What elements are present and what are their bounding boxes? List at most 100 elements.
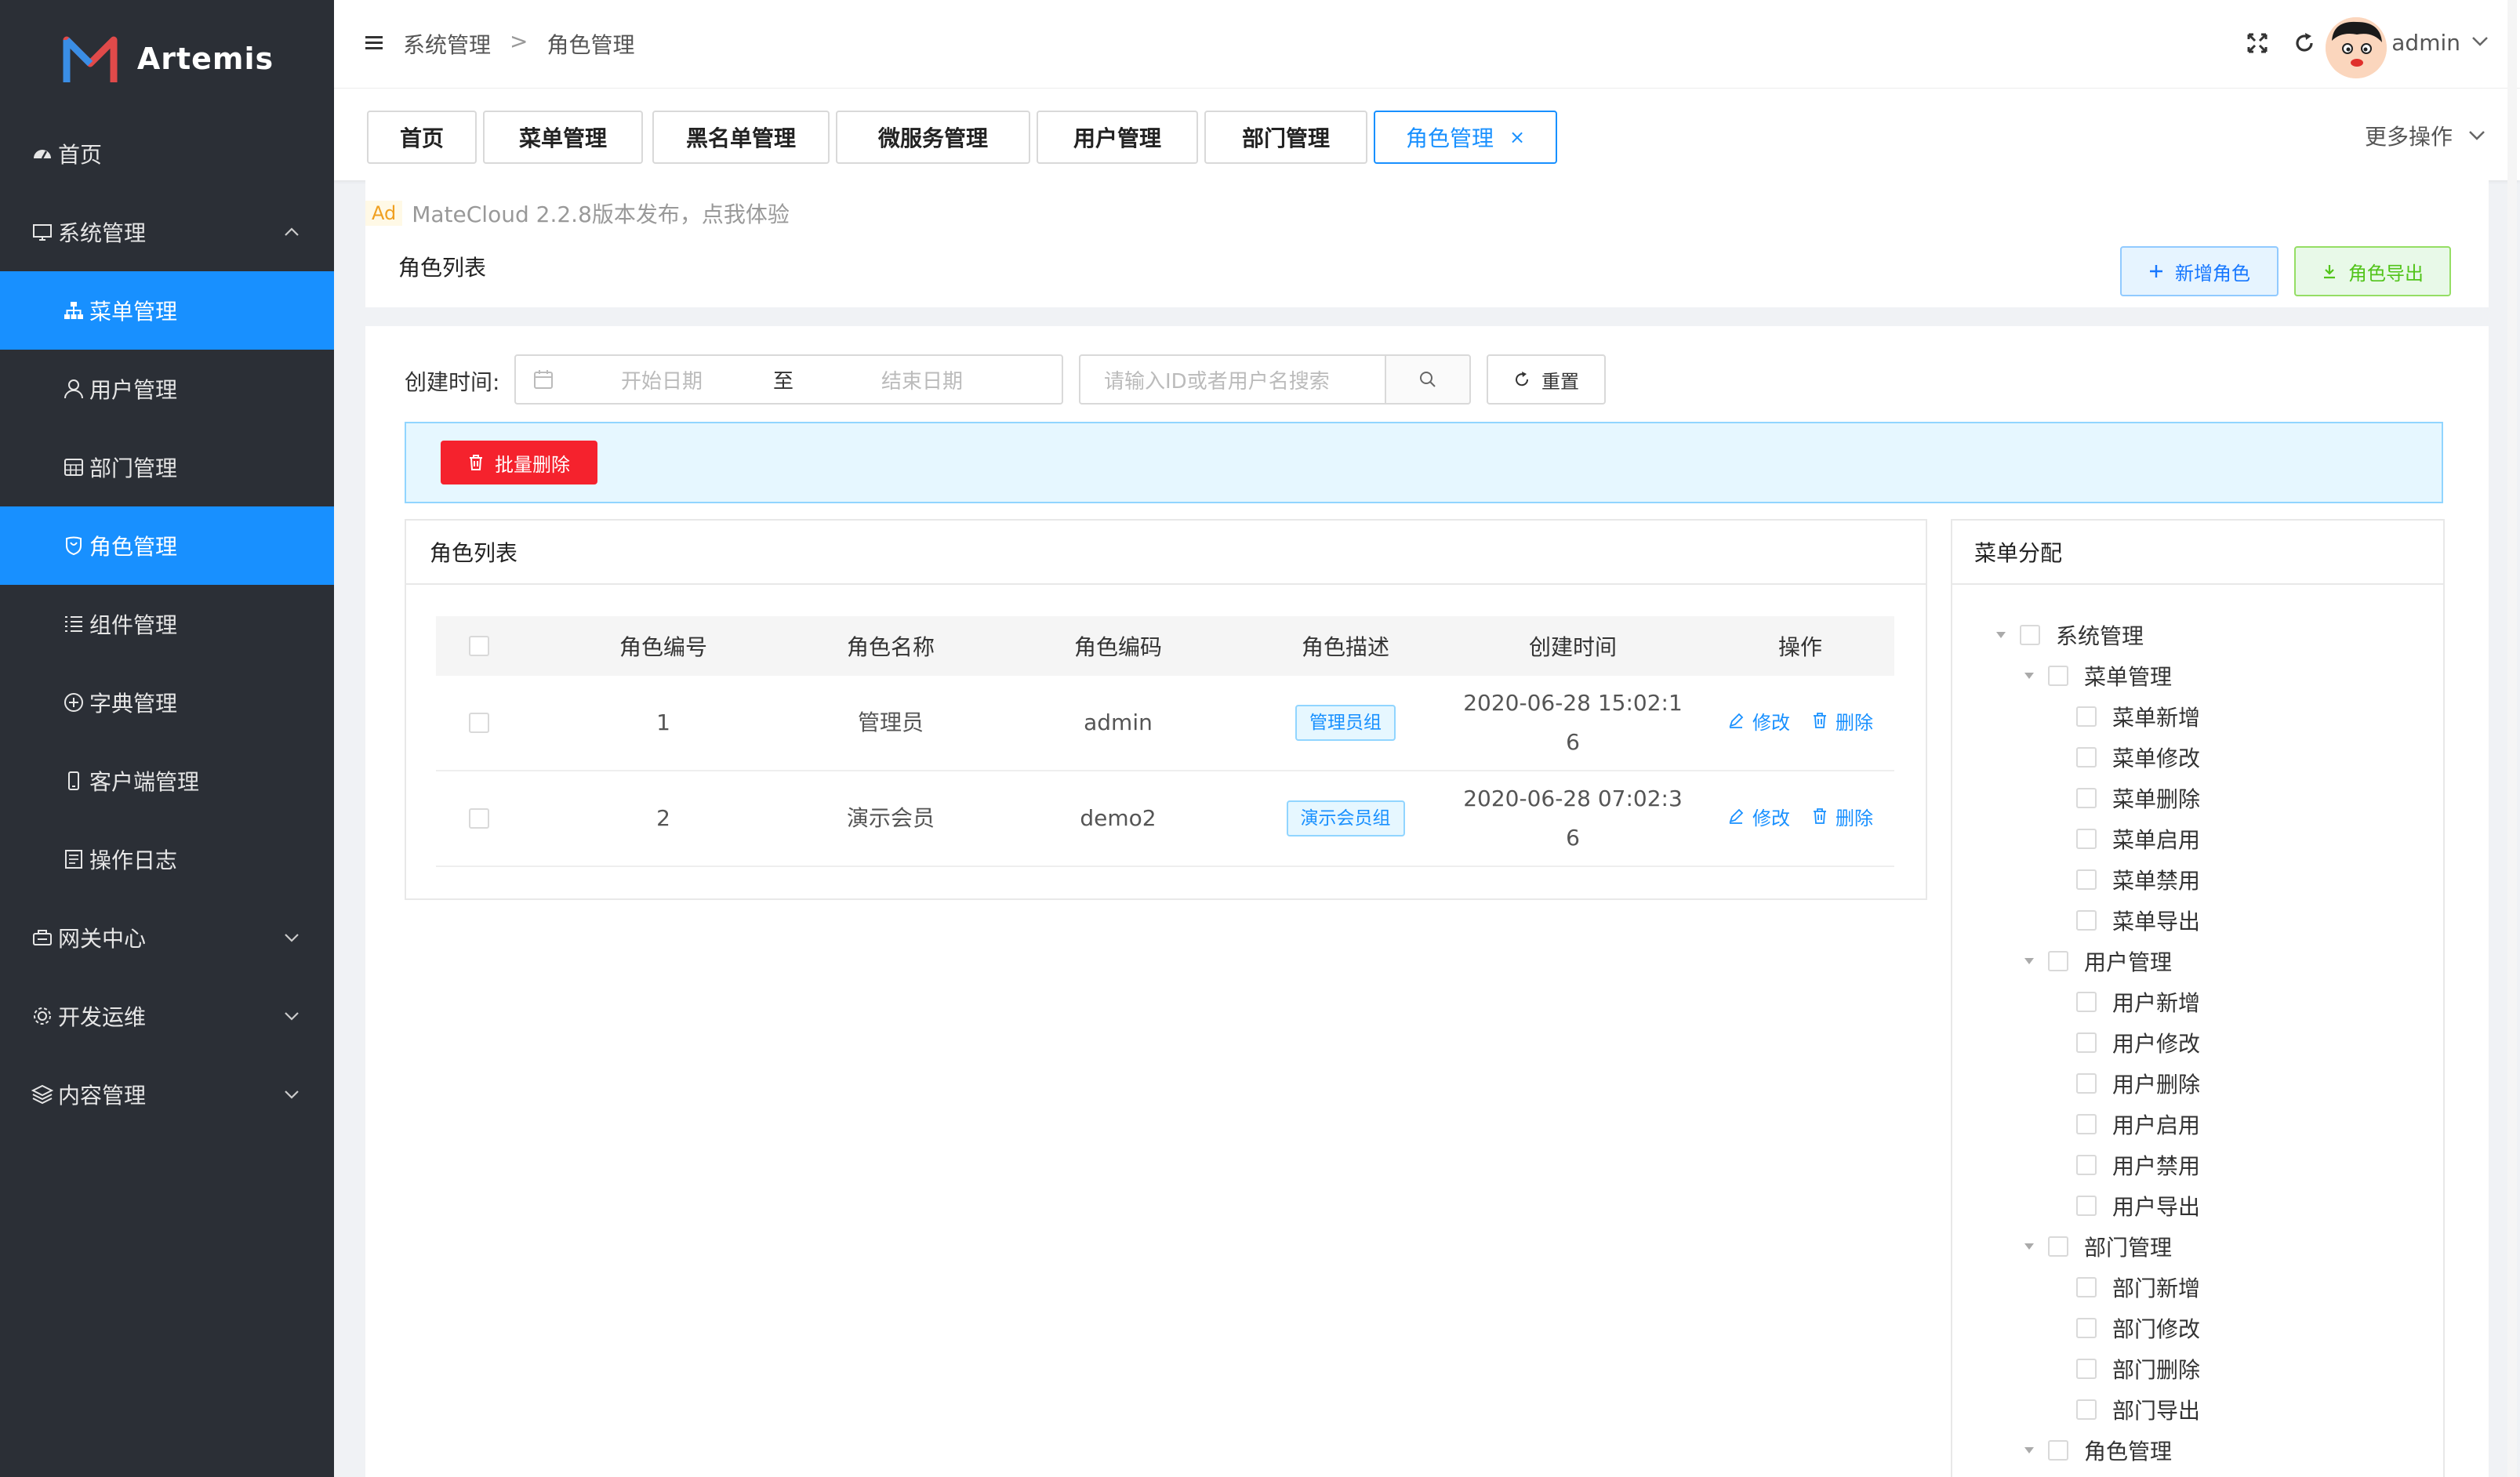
avatar[interactable] <box>2326 17 2387 78</box>
batch-delete-button[interactable]: 批量删除 <box>441 441 597 484</box>
add-role-button[interactable]: 新增角色 <box>2120 246 2279 296</box>
hamburger-icon[interactable] <box>365 34 386 52</box>
tree-checkbox[interactable] <box>2076 1277 2097 1297</box>
tree-checkbox[interactable] <box>2076 1359 2097 1379</box>
tab[interactable]: 用户管理 <box>1037 111 1198 164</box>
tree-node[interactable]: 用户管理 <box>2020 944 2172 978</box>
more-ops-dropdown[interactable]: 更多操作 <box>2365 120 2486 151</box>
search-input[interactable]: 请输入ID或者用户名搜索 <box>1079 354 1386 405</box>
tree-checkbox[interactable] <box>2076 1073 2097 1094</box>
tree-node[interactable]: 用户禁用 <box>2048 1148 2200 1182</box>
tree-checkbox[interactable] <box>2076 910 2097 931</box>
sidebar-item[interactable]: 操作日志 <box>0 820 334 898</box>
tab[interactable]: 首页 <box>367 111 477 164</box>
reset-button[interactable]: 重置 <box>1487 354 1606 405</box>
tree-node[interactable]: 用户新增 <box>2048 985 2200 1019</box>
username[interactable]: admin <box>2391 30 2460 56</box>
sidebar-item[interactable]: 首页 <box>0 114 334 193</box>
refresh-icon[interactable] <box>2293 31 2316 55</box>
tree-node[interactable]: 菜单导出 <box>2048 903 2200 938</box>
tree-checkbox[interactable] <box>2048 951 2068 971</box>
caret-down-icon[interactable] <box>2020 1441 2039 1460</box>
export-role-button[interactable]: 角色导出 <box>2294 246 2451 296</box>
column-header: 角色名称 <box>846 634 935 660</box>
tree-node[interactable]: 菜单禁用 <box>2048 862 2200 897</box>
sidebar-item[interactable]: 网关中心 <box>0 898 334 977</box>
tree-checkbox[interactable] <box>2048 1236 2068 1257</box>
delete-link[interactable]: 删除 <box>1812 703 1873 742</box>
sidebar-item[interactable]: 开发运维 <box>0 977 334 1055</box>
tree-checkbox[interactable] <box>2076 1032 2097 1053</box>
dashboard-icon <box>30 141 55 166</box>
tree-node[interactable]: 用户启用 <box>2048 1107 2200 1141</box>
tree-checkbox[interactable] <box>2076 788 2097 808</box>
tree-checkbox[interactable] <box>2076 1114 2097 1134</box>
page-scrollbar[interactable] <box>2507 0 2517 1477</box>
tab[interactable]: 微服务管理 <box>836 111 1030 164</box>
start-date-input[interactable]: 开始日期 <box>621 365 703 394</box>
sidebar-item[interactable]: 部门管理 <box>0 428 334 506</box>
sidebar-item[interactable]: 角色管理 <box>0 506 334 585</box>
sidebar-item[interactable]: 菜单管理 <box>0 271 334 350</box>
tree-checkbox[interactable] <box>2076 829 2097 849</box>
tree-checkbox[interactable] <box>2076 1196 2097 1216</box>
tree-node[interactable]: 用户导出 <box>2048 1188 2200 1223</box>
tree-checkbox[interactable] <box>2076 1318 2097 1338</box>
logo[interactable]: Artemis <box>0 0 334 118</box>
tree-checkbox[interactable] <box>2076 747 2097 768</box>
edit-link[interactable]: 修改 <box>1727 703 1790 742</box>
tab[interactable]: 菜单管理 <box>483 111 643 164</box>
tab[interactable]: 部门管理 <box>1204 111 1367 164</box>
caret-down-icon[interactable] <box>2020 952 2039 971</box>
tab[interactable]: 黑名单管理 <box>652 111 830 164</box>
tab[interactable]: 角色管理 × <box>1374 111 1557 164</box>
delete-link[interactable]: 删除 <box>1812 799 1873 838</box>
tree-checkbox[interactable] <box>2076 706 2097 727</box>
tree-node[interactable]: 用户删除 <box>2048 1066 2200 1101</box>
tree-node[interactable]: 菜单新增 <box>2048 699 2200 734</box>
tree-node[interactable]: 菜单管理 <box>2020 659 2172 693</box>
tree-node[interactable]: 部门导出 <box>2048 1392 2200 1427</box>
edit-link[interactable]: 修改 <box>1727 799 1790 838</box>
tree-node[interactable]: 角色管理 <box>2020 1433 2172 1468</box>
calculator-icon <box>61 455 86 480</box>
tree-checkbox[interactable] <box>2076 992 2097 1012</box>
date-range-picker[interactable]: 开始日期 至 结束日期 <box>514 354 1063 405</box>
tree-node[interactable]: 菜单修改 <box>2048 740 2200 775</box>
fullscreen-icon[interactable] <box>2246 31 2269 55</box>
caret-down-icon[interactable] <box>1992 626 2010 644</box>
search-button[interactable] <box>1385 354 1471 405</box>
sidebar-item[interactable]: 组件管理 <box>0 585 334 663</box>
breadcrumb-item[interactable]: 系统管理 <box>403 28 491 60</box>
tree-node[interactable]: 部门删除 <box>2048 1352 2200 1386</box>
sidebar-item[interactable]: 系统管理 <box>0 193 334 271</box>
tree-node[interactable]: 部门修改 <box>2048 1311 2200 1345</box>
tree-node[interactable]: 系统管理 <box>1992 618 2144 652</box>
tree-checkbox[interactable] <box>2076 1399 2097 1420</box>
tree-node[interactable]: 部门新增 <box>2048 1270 2200 1305</box>
tree-checkbox[interactable] <box>2020 625 2040 645</box>
sidebar-item[interactable]: 字典管理 <box>0 663 334 742</box>
ad-text[interactable]: MateCloud 2.2.8版本发布，点我体验 <box>412 198 790 229</box>
caret-down-icon[interactable] <box>2020 1237 2039 1256</box>
tree-node[interactable]: 部门管理 <box>2020 1229 2172 1264</box>
close-icon[interactable]: × <box>1509 126 1525 148</box>
row-checkbox[interactable] <box>469 808 489 829</box>
sidebar-item[interactable]: 内容管理 <box>0 1055 334 1134</box>
tree-checkbox[interactable] <box>2048 1440 2068 1461</box>
end-date-input[interactable]: 结束日期 <box>881 365 963 394</box>
tree-node[interactable]: 菜单删除 <box>2048 781 2200 815</box>
tree-checkbox[interactable] <box>2076 1155 2097 1175</box>
sidebar-item[interactable]: 用户管理 <box>0 350 334 428</box>
sidebar-item[interactable]: 客户端管理 <box>0 742 334 820</box>
more-ops-label: 更多操作 <box>2364 124 2453 150</box>
tree-node[interactable]: 菜单启用 <box>2048 822 2200 856</box>
caret-down-icon[interactable] <box>2020 666 2039 685</box>
row-checkbox[interactable] <box>469 713 489 733</box>
tree-node[interactable]: 用户修改 <box>2048 1025 2200 1060</box>
tree-checkbox[interactable] <box>2076 869 2097 890</box>
chevron-down-icon[interactable] <box>2471 36 2489 47</box>
tree-checkbox[interactable] <box>2048 666 2068 686</box>
select-all-checkbox[interactable] <box>469 636 489 656</box>
ad-banner[interactable]: Ad MateCloud 2.2.8版本发布，点我体验 <box>365 198 790 229</box>
